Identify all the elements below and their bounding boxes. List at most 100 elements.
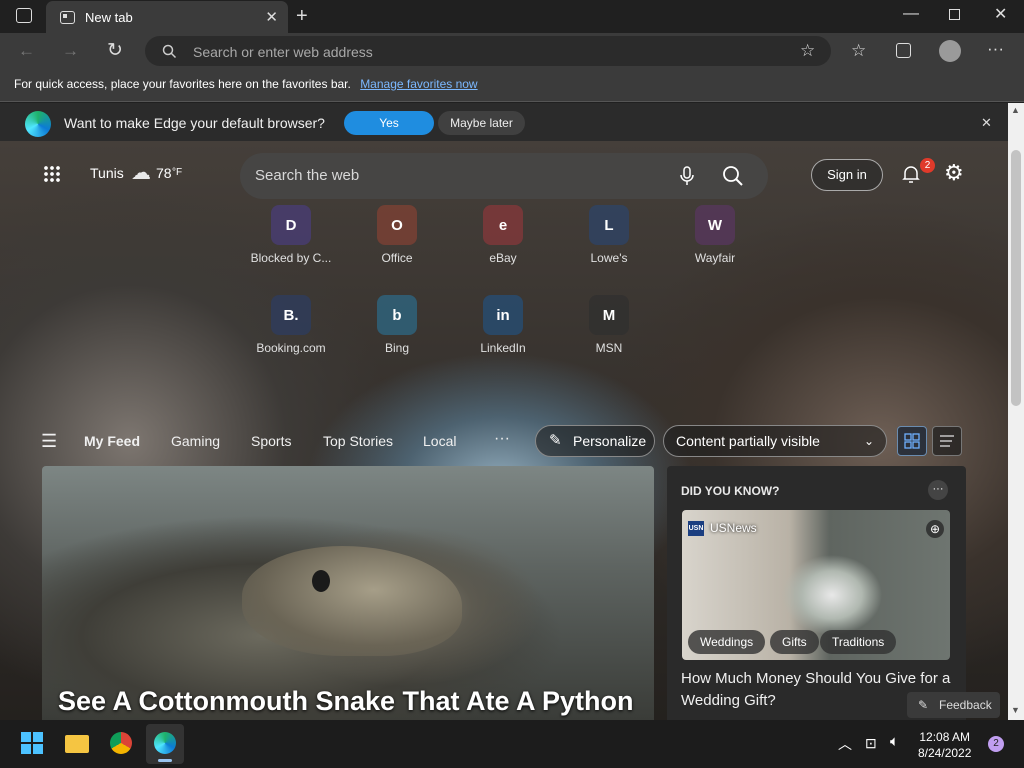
clock-date: 8/24/2022 bbox=[918, 746, 972, 760]
quick-link-icon: B. bbox=[271, 295, 311, 335]
scroll-up-arrow[interactable]: ▲ bbox=[1011, 105, 1020, 115]
card-header: DID YOU KNOW? bbox=[681, 484, 780, 498]
feed-tab-my-feed[interactable]: My Feed bbox=[84, 433, 140, 449]
feed-menu-icon[interactable]: ☰ bbox=[41, 431, 57, 452]
restore-button[interactable] bbox=[949, 9, 960, 20]
quick-link-icon: b bbox=[377, 295, 417, 335]
tray-chevron-icon[interactable]: ︿ bbox=[838, 734, 852, 754]
source-name: USNews bbox=[710, 521, 757, 535]
address-bar[interactable]: Search or enter web address ☆ bbox=[145, 36, 831, 66]
wedding-image: USN USNews ⊕ Weddings Gifts Traditions bbox=[682, 510, 950, 660]
feed-tab-local[interactable]: Local bbox=[423, 433, 456, 449]
refresh-button[interactable]: ↻ bbox=[107, 41, 123, 60]
favbar-text: For quick access, place your favorites h… bbox=[14, 77, 351, 91]
notification-badge: 2 bbox=[920, 158, 935, 173]
maybe-later-button[interactable]: Maybe later bbox=[438, 111, 525, 135]
manage-favorites-link[interactable]: Manage favorites now bbox=[360, 77, 477, 91]
profile-avatar[interactable] bbox=[939, 40, 961, 62]
weather-unit: °F bbox=[172, 167, 183, 178]
back-button[interactable]: ← bbox=[18, 42, 35, 59]
tab-actions-icon[interactable] bbox=[16, 8, 32, 23]
quick-link-icon: e bbox=[483, 205, 523, 245]
quick-link-7[interactable]: in LinkedIn bbox=[453, 295, 553, 355]
feed-tab-gaming[interactable]: Gaming bbox=[171, 433, 220, 449]
quick-link-1[interactable]: O Office bbox=[347, 205, 447, 265]
article-title: See A Cottonmouth Snake That Ate A Pytho… bbox=[58, 686, 634, 716]
snake-image bbox=[242, 546, 462, 656]
scrollbar-thumb[interactable] bbox=[1011, 150, 1021, 406]
quick-link-label: Booking.com bbox=[256, 341, 326, 355]
quick-link-5[interactable]: B. Booking.com bbox=[241, 295, 341, 355]
main-article-card[interactable]: See A Cottonmouth Snake That Ate A Pytho… bbox=[42, 466, 654, 720]
minimize-button[interactable]: — bbox=[903, 6, 919, 22]
tag-gifts[interactable]: Gifts bbox=[770, 630, 819, 654]
file-explorer-icon[interactable] bbox=[65, 735, 89, 753]
did-you-know-card[interactable]: DID YOU KNOW? ··· USN USNews ⊕ Weddings … bbox=[667, 466, 966, 720]
quick-link-label: Lowe's bbox=[590, 251, 628, 265]
content-visibility-dropdown[interactable]: Content partially visible ⌄ bbox=[663, 425, 887, 457]
notifications-bell-icon[interactable] bbox=[901, 164, 921, 184]
tab-title: New tab bbox=[85, 9, 133, 25]
quick-link-label: LinkedIn bbox=[480, 341, 526, 355]
yes-button[interactable]: Yes bbox=[344, 111, 434, 135]
feed-tab-sports[interactable]: Sports bbox=[251, 433, 291, 449]
chrome-icon[interactable] bbox=[110, 732, 132, 754]
page-settings-gear-icon[interactable]: ⚙ bbox=[944, 160, 964, 186]
forward-button[interactable]: → bbox=[62, 42, 79, 59]
quick-link-icon: L bbox=[589, 205, 629, 245]
chevron-down-icon: ⌄ bbox=[863, 434, 874, 448]
favorites-icon[interactable]: ☆ bbox=[851, 42, 866, 59]
quick-link-label: eBay bbox=[489, 251, 517, 265]
search-submit-icon[interactable] bbox=[722, 165, 744, 187]
list-layout-button[interactable] bbox=[932, 426, 962, 456]
feed-tab-top-stories[interactable]: Top Stories bbox=[323, 433, 393, 449]
settings-more-icon[interactable]: ··· bbox=[987, 40, 1004, 57]
close-tab-icon[interactable]: ✕ bbox=[265, 8, 278, 26]
microphone-icon[interactable] bbox=[680, 166, 694, 186]
feedback-button[interactable]: ✎ Feedback bbox=[907, 692, 1000, 718]
card-more-icon[interactable]: ··· bbox=[928, 480, 948, 500]
feedback-label: Feedback bbox=[939, 698, 992, 712]
quick-link-3[interactable]: L Lowe's bbox=[559, 205, 659, 265]
add-favorite-icon[interactable]: ☆ bbox=[800, 42, 815, 59]
quick-link-0[interactable]: D Blocked by C... bbox=[241, 205, 341, 265]
quick-link-label: Office bbox=[381, 251, 413, 265]
tag-traditions[interactable]: Traditions bbox=[820, 630, 897, 654]
volume-icon[interactable]: 🔈︎ bbox=[890, 733, 899, 750]
quick-link-label: Blocked by C... bbox=[250, 251, 332, 265]
quick-link-8[interactable]: M MSN bbox=[559, 295, 659, 355]
quick-link-label: Bing bbox=[384, 341, 410, 355]
content-visibility-value: Content partially visible bbox=[676, 433, 820, 449]
network-icon[interactable]: ⊡ bbox=[865, 735, 877, 752]
snake-eye bbox=[312, 570, 330, 592]
quick-link-6[interactable]: b Bing bbox=[347, 295, 447, 355]
grid-icon bbox=[904, 433, 920, 449]
infobar-message: Want to make Edge your default browser? bbox=[64, 115, 325, 131]
weather-city[interactable]: Tunis bbox=[90, 165, 124, 181]
tab-new-tab[interactable]: New tab ✕ bbox=[46, 1, 288, 33]
windows-start-icon[interactable] bbox=[21, 732, 43, 754]
notification-center-badge[interactable]: 2 bbox=[988, 736, 1004, 752]
quick-link-icon: D bbox=[271, 205, 311, 245]
scroll-down-arrow[interactable]: ▼ bbox=[1011, 705, 1020, 715]
personalize-label: Personalize bbox=[573, 433, 647, 449]
web-search-box[interactable]: Search the web bbox=[240, 153, 768, 199]
address-placeholder: Search or enter web address bbox=[193, 44, 373, 60]
collections-icon[interactable] bbox=[896, 43, 911, 58]
apps-launcher-icon[interactable] bbox=[43, 165, 61, 183]
personalize-button[interactable]: ✎ Personalize bbox=[535, 425, 655, 457]
quick-link-icon: M bbox=[589, 295, 629, 335]
feed-more-icon[interactable]: ··· bbox=[494, 430, 510, 448]
clock[interactable]: 12:08 AM 8/24/2022 bbox=[918, 729, 971, 761]
search-placeholder: Search the web bbox=[255, 167, 360, 184]
quick-link-2[interactable]: e eBay bbox=[453, 205, 553, 265]
close-window-button[interactable]: ✕ bbox=[994, 7, 1007, 23]
new-tab-button[interactable]: + bbox=[296, 6, 308, 26]
quick-link-4[interactable]: W Wayfair bbox=[665, 205, 765, 265]
close-infobar-icon[interactable]: ✕ bbox=[981, 116, 992, 129]
sign-in-button[interactable]: Sign in bbox=[811, 159, 883, 191]
tag-weddings[interactable]: Weddings bbox=[688, 630, 766, 654]
grid-layout-button[interactable] bbox=[897, 426, 927, 456]
search-icon bbox=[162, 44, 177, 59]
edge-active-indicator bbox=[158, 759, 172, 762]
